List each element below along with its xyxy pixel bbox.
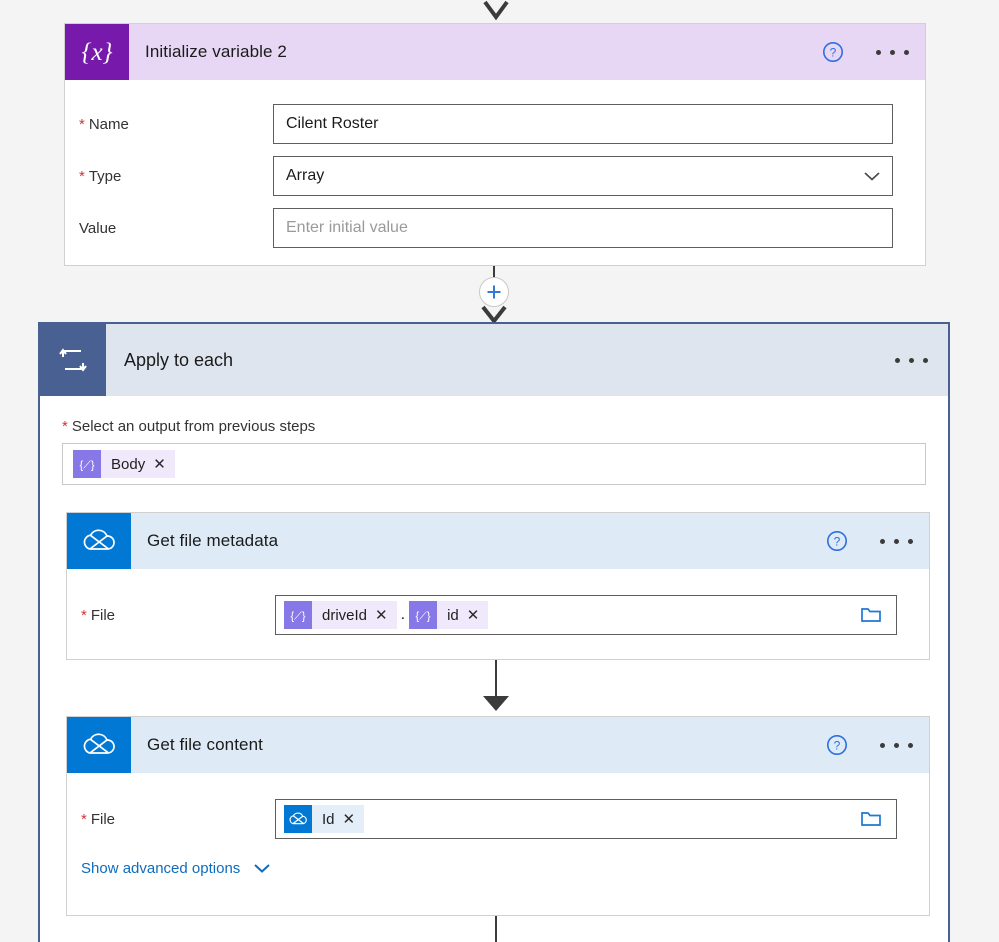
- token-label: Body: [111, 455, 146, 473]
- initialize-variable-card[interactable]: {x} Initialize variable 2 ? * Name Cilen…: [64, 23, 926, 266]
- file-label: * File: [81, 606, 116, 624]
- initialize-variable-fields: * Name Cilent Roster * Type Array Value …: [65, 98, 925, 254]
- help-circle-icon[interactable]: ?: [826, 734, 848, 756]
- card-header[interactable]: {x} Initialize variable 2 ?: [65, 24, 925, 80]
- card-header-actions: ?: [826, 717, 915, 773]
- chevron-down-icon: [254, 864, 270, 873]
- token-driveid[interactable]: {⟋} driveId ✕: [284, 601, 397, 629]
- folder-icon[interactable]: [854, 800, 888, 838]
- value-label: Value: [79, 219, 117, 237]
- token-id[interactable]: {⟋} id ✕: [409, 601, 489, 629]
- svg-text:?: ?: [834, 535, 841, 549]
- apply-to-each-header[interactable]: Apply to each: [40, 324, 948, 396]
- name-label: * Name: [79, 115, 129, 133]
- folder-icon[interactable]: [854, 596, 888, 634]
- required-asterisk: *: [81, 810, 87, 828]
- token-label: id: [447, 606, 459, 624]
- token-label: Id: [322, 810, 335, 828]
- token-separator: .: [400, 606, 406, 623]
- token-remove-icon[interactable]: ✕: [153, 457, 175, 472]
- field-row-type: * Type Array: [65, 150, 925, 202]
- file-input[interactable]: {⟋} driveId ✕ . {⟋} id ✕: [275, 595, 897, 635]
- apply-to-each-container[interactable]: Apply to each * Select an output from pr…: [38, 322, 950, 942]
- variable-name-input[interactable]: Cilent Roster: [273, 104, 893, 144]
- type-label: * Type: [79, 167, 122, 185]
- svg-text:{⟋}: {⟋}: [416, 611, 431, 623]
- loop-output-input[interactable]: {⟋} Body ✕: [62, 443, 926, 485]
- help-circle-icon[interactable]: ?: [822, 41, 844, 63]
- loop-header-actions: [893, 324, 930, 396]
- file-input[interactable]: Id ✕: [275, 799, 897, 839]
- variable-type-value: Array: [286, 167, 325, 184]
- help-circle-icon[interactable]: ?: [826, 530, 848, 552]
- expression-icon: {⟋}: [284, 601, 312, 629]
- svg-text:?: ?: [834, 739, 841, 753]
- connector-arrowhead: [483, 696, 509, 711]
- expression-icon: {⟋}: [73, 450, 101, 478]
- onedrive-cloud-icon: [284, 805, 312, 833]
- show-advanced-options-link[interactable]: Show advanced options: [67, 845, 929, 891]
- svg-text:{x}: {x}: [81, 39, 112, 66]
- card-header-actions: ?: [826, 513, 915, 569]
- card-title: Get file metadata: [147, 531, 279, 550]
- required-asterisk: *: [79, 115, 85, 133]
- loop-icon: [40, 324, 106, 396]
- card-title: Initialize variable 2: [145, 42, 287, 61]
- svg-text:{⟋}: {⟋}: [79, 460, 94, 472]
- onedrive-cloud-icon: [67, 513, 131, 569]
- variable-type-select[interactable]: Array: [273, 156, 893, 196]
- ellipsis-icon[interactable]: [874, 44, 911, 61]
- variable-value-input[interactable]: Enter initial value: [273, 208, 893, 248]
- card-header[interactable]: Get file content ?: [67, 717, 929, 773]
- card-header-actions: ?: [822, 24, 911, 80]
- connector-line: [495, 660, 497, 698]
- card-title: Get file content: [147, 735, 263, 754]
- required-asterisk: *: [62, 418, 68, 435]
- svg-text:?: ?: [830, 46, 837, 60]
- loop-output-label: * Select an output from previous steps: [62, 418, 316, 435]
- field-row-file: * File Id ✕: [67, 793, 929, 845]
- file-label: * File: [81, 810, 116, 828]
- token-remove-icon[interactable]: ✕: [343, 812, 365, 827]
- svg-text:{⟋}: {⟋}: [290, 611, 305, 623]
- ellipsis-icon[interactable]: [878, 737, 915, 754]
- add-step-button[interactable]: [479, 277, 509, 307]
- token-label: driveId: [322, 606, 368, 624]
- token-body[interactable]: {⟋} Body ✕: [73, 450, 175, 478]
- token-file-id[interactable]: Id ✕: [284, 805, 365, 833]
- expression-icon: {⟋}: [409, 601, 438, 629]
- field-row-file: * File {⟋} driveId ✕ . {⟋} id ✕: [67, 589, 929, 641]
- card-header[interactable]: Get file metadata ?: [67, 513, 929, 569]
- flow-designer-canvas: {x} Initialize variable 2 ? * Name Cilen…: [0, 0, 999, 942]
- get-file-content-card[interactable]: Get file content ? * File Id ✕ Show adva…: [66, 716, 930, 916]
- field-row-value: Value Enter initial value: [65, 202, 925, 254]
- get-file-metadata-card[interactable]: Get file metadata ? * File {⟋} driveId ✕…: [66, 512, 930, 660]
- ellipsis-icon[interactable]: [878, 533, 915, 550]
- required-asterisk: *: [81, 606, 87, 624]
- plus-icon: [487, 285, 501, 299]
- required-asterisk: *: [79, 167, 85, 185]
- apply-to-each-title: Apply to each: [124, 349, 234, 370]
- variable-braces-icon: {x}: [65, 24, 129, 80]
- chevron-down-icon[interactable]: [862, 157, 882, 195]
- token-remove-icon[interactable]: ✕: [467, 608, 489, 623]
- onedrive-cloud-icon: [67, 717, 131, 773]
- token-remove-icon[interactable]: ✕: [375, 608, 397, 623]
- advanced-options-label: Show advanced options: [81, 859, 241, 877]
- ellipsis-icon[interactable]: [893, 352, 930, 369]
- connector-line-bottom: [495, 916, 497, 942]
- field-row-name: * Name Cilent Roster: [65, 98, 925, 150]
